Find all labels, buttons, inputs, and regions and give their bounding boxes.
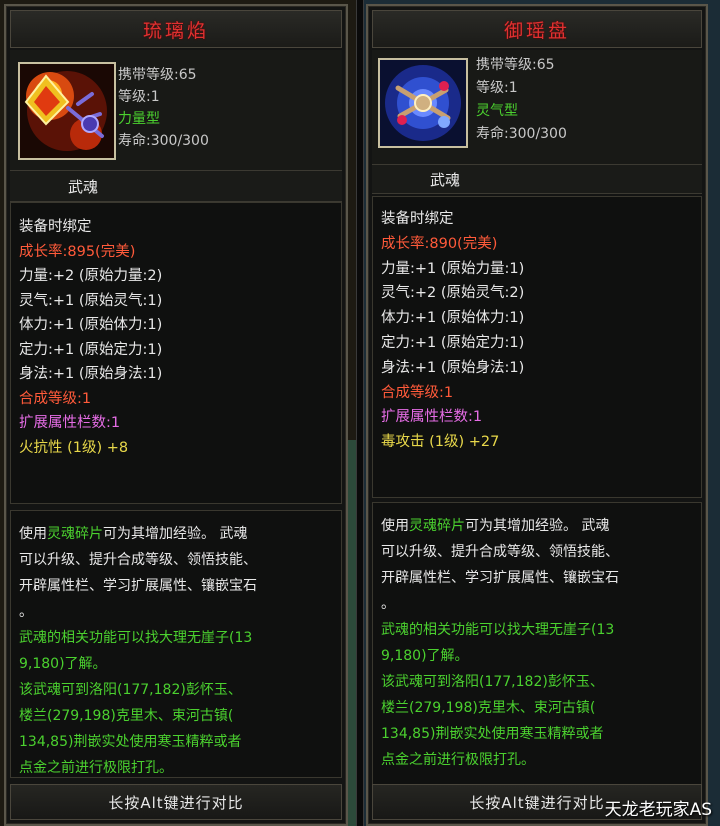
desc-green-line: 点金之前进行极限打孔。	[381, 752, 535, 768]
desc-line: 可以升级、提升合成等级、领悟技能、	[19, 552, 257, 568]
desc-green-line: 134,85)荆嵌实处使用寒玉精粹或者	[19, 734, 242, 750]
elemental-attribute: 火抗性 (1级) +8	[19, 439, 129, 456]
soul-fragment-link: 灵魂碎片	[47, 526, 103, 542]
desc-green-line: 该武魂可到洛阳(177,182)彭怀玉、	[381, 674, 604, 690]
elemental-attribute: 毒攻击 (1级) +27	[381, 434, 500, 451]
stat-stamina: 体力:+1 (原始体力:1)	[19, 317, 163, 333]
stat-agility: 身法:+1 (原始身法:1)	[381, 359, 525, 376]
desc-line: 开辟属性栏、学习扩展属性、镶嵌宝石	[381, 570, 619, 586]
synth-level: 合成等级:1	[19, 390, 92, 407]
stat-focus: 定力:+1 (原始定力:1)	[381, 334, 525, 351]
desc-line-1: 使用灵魂碎片可为其增加经验。 武魂	[381, 518, 610, 534]
item-level: 等级:1	[476, 80, 518, 96]
desc-green-line: 楼兰(279,198)克里木、束河古镇(	[19, 708, 234, 724]
carry-level: 携带等级:65	[476, 57, 555, 73]
item-title-bar: 琉璃焰	[10, 10, 342, 48]
stat-strength: 力量:+1 (原始力量:1)	[381, 260, 525, 277]
stat-agility: 身法:+1 (原始身法:1)	[19, 366, 163, 382]
item-type: 灵气型	[476, 103, 518, 119]
stat-strength: 力量:+2 (原始力量:2)	[19, 268, 163, 284]
desc-green-line: 该武魂可到洛阳(177,182)彭怀玉、	[19, 682, 242, 698]
growth-rate: 成长率:895(完美)	[19, 243, 136, 260]
item-title: 琉璃焰	[142, 19, 209, 42]
attribute-panel: 装备时绑定 成长率:890(完美) 力量:+1 (原始力量:1) 灵气:+2 (…	[372, 196, 702, 498]
item-header: 携带等级:65 等级:1 灵气型 寿命:300/300	[372, 50, 702, 164]
compare-hint: 长按Alt键进行对比	[108, 793, 244, 812]
growth-rate: 成长率:890(完美)	[381, 235, 498, 252]
description-panel: 使用灵魂碎片可为其增加经验。 武魂 可以升级、提升合成等级、领悟技能、 开辟属性…	[372, 502, 702, 786]
description-panel: 使用灵魂碎片可为其增加经验。 武魂 可以升级、提升合成等级、领悟技能、 开辟属性…	[10, 510, 342, 778]
item-tooltip-left: 琉璃焰 携带等级:65 等级:1 力量型 寿命:300/300 武魂 装备时绑定…	[4, 4, 348, 826]
image-divider	[356, 0, 364, 826]
item-category: 武魂	[68, 178, 99, 196]
desc-green-line: 武魂的相关功能可以找大理无崖子(13	[19, 630, 253, 646]
bind-status: 装备时绑定	[19, 219, 92, 235]
stat-spirit: 灵气:+1 (原始灵气:1)	[19, 292, 163, 309]
item-header: 携带等级:65 等级:1 力量型 寿命:300/300	[10, 50, 342, 170]
item-title: 御瑶盘	[503, 19, 570, 42]
synth-level: 合成等级:1	[381, 384, 454, 401]
item-title-bar: 御瑶盘	[372, 10, 702, 48]
item-info: 携带等级:65 等级:1 灵气型 寿命:300/300	[476, 54, 567, 146]
stat-spirit: 灵气:+2 (原始灵气:2)	[381, 285, 525, 302]
desc-green-line: 楼兰(279,198)克里木、束河古镇(	[381, 700, 596, 716]
desc-line: 可以升级、提升合成等级、领悟技能、	[381, 544, 619, 560]
category-bar: 武魂	[10, 170, 342, 202]
watermark: 天龙老玩家AS	[604, 800, 712, 820]
item-lifespan: 寿命:300/300	[476, 126, 567, 142]
extension-slots: 扩展属性栏数:1	[381, 409, 483, 426]
stat-focus: 定力:+1 (原始定力:1)	[19, 341, 163, 358]
item-tooltip-right: 御瑶盘 携带等级:65 等级:1 灵气型 寿命:300/300 武魂 装备时绑定…	[366, 4, 708, 826]
desc-green-line: 134,85)荆嵌实处使用寒玉精粹或者	[381, 726, 604, 742]
soul-fragment-link: 灵魂碎片	[409, 518, 465, 534]
desc-green-line: 9,180)了解。	[19, 656, 107, 672]
desc-green-line: 点金之前进行极限打孔。	[19, 760, 173, 776]
stat-stamina: 体力:+1 (原始体力:1)	[381, 310, 525, 327]
category-bar: 武魂	[372, 164, 702, 194]
desc-line: 。	[19, 604, 33, 620]
item-info: 携带等级:65 等级:1 力量型 寿命:300/300	[118, 64, 209, 152]
compare-hint-bar: 长按Alt键进行对比	[10, 784, 342, 820]
fire-kite-icon	[18, 62, 116, 160]
desc-line-1: 使用灵魂碎片可为其增加经验。 武魂	[19, 526, 248, 542]
extension-slots: 扩展属性栏数:1	[19, 415, 121, 431]
bind-status: 装备时绑定	[381, 211, 454, 227]
desc-line: 。	[381, 596, 395, 612]
desc-green-line: 武魂的相关功能可以找大理无崖子(13	[381, 622, 615, 638]
desc-line: 开辟属性栏、学习扩展属性、镶嵌宝石	[19, 578, 257, 594]
compare-hint: 长按Alt键进行对比	[469, 793, 605, 812]
item-category: 武魂	[430, 171, 461, 189]
item-lifespan: 寿命:300/300	[118, 133, 209, 149]
carry-level: 携带等级:65	[118, 67, 197, 83]
item-level: 等级:1	[118, 89, 160, 105]
blue-orb-disc-icon	[378, 58, 468, 148]
attribute-panel: 装备时绑定 成长率:895(完美) 力量:+2 (原始力量:2) 灵气:+1 (…	[10, 202, 342, 504]
desc-green-line: 9,180)了解。	[381, 648, 469, 664]
item-type: 力量型	[118, 111, 160, 127]
